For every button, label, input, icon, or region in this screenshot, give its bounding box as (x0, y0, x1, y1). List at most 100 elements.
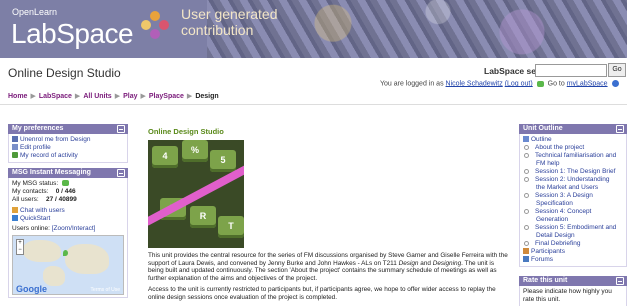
globe-icon (611, 80, 619, 87)
msg-status-row: My MSG status: (12, 180, 124, 188)
breadcrumb-all-units[interactable]: All Units (83, 93, 111, 100)
outline-item-session3-cont[interactable]: Specification (523, 200, 623, 208)
activity-label: My record of activity (20, 152, 78, 159)
logo-labspace[interactable]: LabSpace (11, 17, 134, 51)
quickstart-label: QuickStart (20, 215, 51, 222)
photo-key: 5 (210, 150, 236, 172)
participants-label: Participants (531, 248, 565, 255)
breadcrumb-separator-icon: ▶ (30, 93, 36, 100)
contacts-label: My contacts: (12, 188, 49, 195)
edit-profile-link[interactable]: Edit profile (12, 144, 124, 152)
ugc-tagline: User generated contribution (181, 6, 311, 38)
outline-item-session4[interactable]: Session 4: Concept (523, 208, 623, 216)
map-land (65, 244, 109, 274)
outline-item-technical[interactable]: Technical familiarisation and (523, 152, 623, 160)
logo-openlearn[interactable]: OpenLearn (12, 7, 57, 17)
outline-item-session1[interactable]: Session 1: The Design Brief (523, 168, 623, 176)
keyboard-photo: 4 % 5 E R T (148, 140, 244, 248)
zoom-interact-link[interactable]: [Zoom/Interact] (52, 225, 96, 232)
page-title: Online Design Studio (8, 66, 121, 80)
ugc-tagline-line1: User generated (181, 6, 278, 22)
chat-link[interactable]: Chat with users (12, 207, 124, 215)
bullet-icon (524, 152, 529, 158)
intro-emph-designing: Designing (432, 259, 462, 267)
rate-title: Rate this unit (523, 277, 568, 284)
breadcrumb-playspace[interactable]: PlaySpace (149, 93, 184, 100)
users-value: 27 / 40899 (45, 196, 77, 203)
outline-item-session2-cont[interactable]: the Market and Users (523, 184, 623, 192)
outline-item-session4-cont[interactable]: Generation (523, 216, 623, 224)
login-prefix: You are logged in as (380, 80, 444, 88)
users-online-map[interactable]: + − Google Terms of Use (12, 235, 124, 295)
intro-text-b: and (418, 259, 433, 267)
unenrol-label: Unenrol me from Design (20, 136, 91, 143)
msg-status-icon (536, 80, 544, 87)
breadcrumb-play[interactable]: Play (123, 93, 137, 100)
photo-key: % (182, 140, 208, 162)
unenrol-icon (12, 136, 18, 143)
map-pin-icon[interactable] (63, 250, 68, 256)
contacts-value: 0 / 446 (55, 188, 76, 195)
msg-status-label: My MSG status: (12, 180, 59, 187)
breadcrumb-home[interactable]: Home (8, 93, 27, 100)
photo-key: 4 (152, 146, 178, 168)
user-profile-link[interactable]: Nicole Schadewitz (446, 80, 503, 87)
unenrol-link[interactable]: Unenrol me from Design (12, 136, 124, 144)
search-input[interactable] (535, 64, 607, 77)
outline-link[interactable]: Outline (523, 136, 623, 144)
map-terms-link[interactable]: Terms of Use (91, 287, 120, 293)
outline-item-label: Specification (536, 200, 573, 207)
map-zoom-control[interactable]: + − (16, 239, 24, 255)
bullet-icon (524, 224, 529, 230)
intro-emph-design: Design (398, 259, 419, 267)
login-info: You are logged in as Nicole Schadewitz (… (380, 80, 619, 87)
outline-item-about[interactable]: About the project (523, 144, 623, 152)
msg-block: MSG Instant Messaging My MSG status: My … (8, 168, 128, 298)
photo-key: R (190, 206, 216, 228)
outline-item-session2[interactable]: Session 2: Understanding (523, 176, 623, 184)
content-title: Online Design Studio (148, 127, 224, 136)
preferences-block: My preferences Unenrol me from Design Ed… (8, 124, 128, 163)
participants-link[interactable]: Participants (523, 248, 623, 256)
rate-line1: Please indicate how highly you (523, 288, 612, 295)
right-column: Unit Outline Outline About the project T… (519, 124, 627, 267)
photo-key: T (218, 216, 244, 238)
breadcrumb-separator-icon: ▶ (114, 93, 121, 100)
quickstart-link[interactable]: QuickStart (12, 215, 124, 223)
outline-item-session5[interactable]: Session 5: Embodiment and (523, 224, 623, 232)
outline-item-technical-cont[interactable]: FM help (523, 160, 623, 168)
chat-icon (12, 207, 18, 214)
rate-line2: rate this unit. (523, 296, 561, 303)
activity-icon (12, 152, 18, 159)
collapse-icon[interactable] (616, 125, 624, 133)
activity-link[interactable]: My record of activity (12, 152, 124, 160)
access-paragraph: Access to the unit is currently restrict… (148, 286, 496, 301)
outline-header: Unit Outline (519, 124, 627, 134)
logout-link[interactable]: (Log out) (505, 80, 533, 87)
edit-profile-label: Edit profile (20, 144, 51, 151)
ugc-logo-icon (141, 11, 169, 39)
google-logo: Google (16, 284, 47, 294)
outline-item-session5-cont[interactable]: Detail Design (523, 232, 623, 240)
collapse-icon[interactable] (117, 125, 125, 133)
collapse-icon[interactable] (117, 169, 125, 177)
msg-body: My MSG status: My contacts: 0 / 446 All … (8, 178, 128, 298)
outline-item-debriefing[interactable]: Final Debriefing (523, 240, 623, 248)
breadcrumb-separator-icon: ▶ (186, 93, 193, 100)
mylabspace-link[interactable]: myLabSpace (567, 80, 608, 87)
search-go-button[interactable]: Go (608, 63, 626, 77)
bullet-icon (524, 208, 529, 214)
collapse-icon[interactable] (616, 277, 624, 285)
outline-item-label: Generation (536, 216, 569, 223)
outline-item-session3[interactable]: Session 3: A Design (523, 192, 623, 200)
preferences-title: My preferences (12, 125, 64, 132)
breadcrumb-separator-icon: ▶ (140, 93, 146, 100)
ugc-tagline-line2: contribution (181, 22, 254, 38)
forums-link[interactable]: Forums (523, 256, 623, 264)
breadcrumb-labspace[interactable]: LabSpace (39, 93, 72, 100)
status-online-icon[interactable] (62, 180, 70, 187)
outline-item-label: About the project (535, 144, 585, 151)
preferences-header: My preferences (8, 124, 128, 134)
participants-icon (523, 248, 529, 255)
outline-body: Outline About the project Technical fami… (519, 134, 627, 267)
